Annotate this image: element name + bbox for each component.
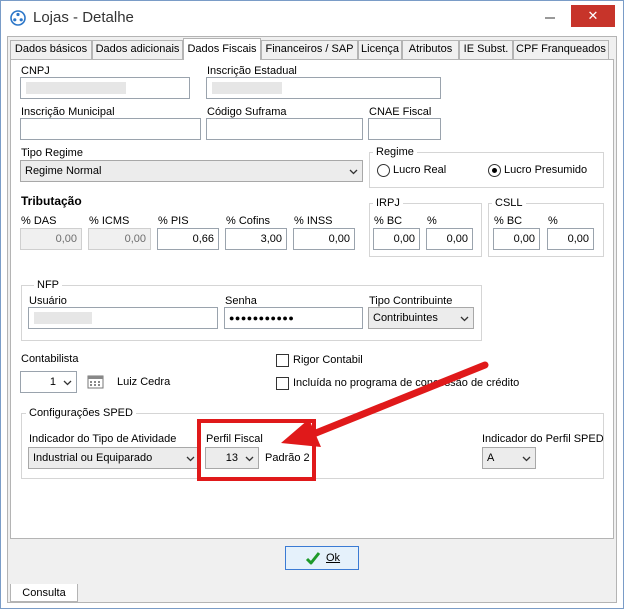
pis-label: % PIS — [158, 215, 189, 227]
tipo-regime-select[interactable]: Regime Normal — [20, 160, 363, 182]
status-tab-consulta[interactable]: Consulta — [10, 584, 78, 602]
nfp-title: NFP — [34, 279, 62, 291]
inss-label: % INSS — [294, 215, 333, 227]
lucro-real-label: Lucro Real — [393, 164, 447, 176]
chevron-down-icon — [186, 456, 195, 462]
lucro-real-radio[interactable] — [377, 164, 390, 177]
das-input[interactable]: 0,00 — [20, 228, 82, 250]
icms-label: % ICMS — [89, 215, 130, 227]
indicador-atividade-value: Industrial ou Equiparado — [33, 452, 153, 464]
cnpj-label: CNPJ — [21, 65, 50, 77]
icms-input[interactable]: 0,00 — [88, 228, 151, 250]
chevron-down-icon — [63, 380, 72, 386]
cofins-input[interactable]: 3,00 — [225, 228, 287, 250]
codigo-suframa-input[interactable] — [206, 118, 363, 140]
irpj-title: IRPJ — [373, 197, 403, 209]
lucro-presumido-label: Lucro Presumido — [504, 164, 588, 176]
tipo-contribuinte-label: Tipo Contribuinte — [369, 295, 453, 307]
tipo-contribuinte-value: Contribuintes — [373, 312, 438, 324]
regime-group-title: Regime — [373, 146, 417, 158]
indicador-perfil-label: Indicador do Perfil SPED — [482, 433, 604, 445]
irpj-pct-input[interactable]: 0,00 — [426, 228, 473, 250]
indicador-atividade-label: Indicador do Tipo de Atividade — [29, 433, 177, 445]
annotation-arrow-icon — [281, 361, 489, 447]
sped-title: Configurações SPED — [26, 407, 136, 419]
usuario-label: Usuário — [29, 295, 67, 307]
calendar-icon[interactable] — [87, 374, 104, 389]
redacted-value — [212, 82, 282, 94]
inscricao-estadual-input[interactable] — [206, 77, 441, 99]
pis-input[interactable]: 0,66 — [157, 228, 219, 250]
senha-label: Senha — [225, 295, 257, 307]
indicador-atividade-select[interactable]: Industrial ou Equiparado — [28, 447, 200, 469]
contabilista-label: Contabilista — [21, 353, 79, 365]
tab-financeiros-sap[interactable]: Financeiros / SAP — [261, 40, 358, 59]
tab-cpf-franqueados[interactable]: CPF Franqueados — [513, 40, 609, 59]
inss-input[interactable]: 0,00 — [293, 228, 355, 250]
tipo-regime-label: Tipo Regime — [21, 147, 83, 159]
check-icon — [305, 552, 321, 565]
senha-input[interactable]: ●●●●●●●●●●● — [224, 307, 363, 329]
tab-ie-subst[interactable]: IE Subst. — [459, 40, 513, 59]
contabilista-value: 1 — [49, 376, 56, 388]
window: Lojas - Detalhe ✕ Dados básicos Dados ad… — [0, 0, 624, 609]
redacted-value — [34, 312, 92, 324]
cnae-fiscal-label: CNAE Fiscal — [369, 106, 432, 118]
inscricao-estadual-label: Inscrição Estadual — [207, 65, 297, 77]
tributacao-title: Tributação — [21, 194, 82, 208]
csll-pct-input[interactable]: 0,00 — [547, 228, 594, 250]
chevron-down-icon — [349, 169, 358, 175]
tab-dados-basicos[interactable]: Dados básicos — [10, 40, 92, 59]
csll-bc-input[interactable]: 0,00 — [493, 228, 540, 250]
chevron-down-icon — [522, 456, 531, 462]
irpj-pct-label: % — [427, 215, 437, 227]
tipo-regime-value: Regime Normal — [25, 165, 102, 177]
irpj-bc-input[interactable]: 0,00 — [373, 228, 420, 250]
title-bar: Lojas - Detalhe ✕ — [1, 1, 623, 36]
irpj-bc-label: % BC — [374, 215, 403, 227]
ok-label: Ok — [326, 552, 341, 564]
redacted-value — [26, 82, 126, 94]
lucro-presumido-radio[interactable] — [488, 164, 501, 177]
cnpj-input[interactable] — [20, 77, 190, 99]
codigo-suframa-label: Código Suframa — [207, 106, 287, 118]
inscricao-municipal-input[interactable] — [20, 118, 201, 140]
chevron-down-icon — [460, 316, 469, 322]
tab-dados-adicionais[interactable]: Dados adicionais — [92, 40, 183, 59]
ok-button[interactable]: Ok — [285, 546, 359, 570]
tab-atributos[interactable]: Atributos — [402, 40, 459, 59]
minimize-button[interactable] — [537, 7, 563, 27]
close-button[interactable]: ✕ — [571, 5, 615, 27]
cnae-fiscal-input[interactable] — [368, 118, 441, 140]
inscricao-municipal-label: Inscrição Municipal — [21, 106, 115, 118]
das-label: % DAS — [21, 215, 57, 227]
cofins-label: % Cofins — [226, 215, 271, 227]
usuario-input[interactable] — [28, 307, 218, 329]
csll-pct-label: % — [548, 215, 558, 227]
app-icon — [10, 10, 26, 26]
contabilista-select[interactable]: 1 — [20, 371, 77, 393]
tab-dados-fiscais[interactable]: Dados Fiscais — [183, 38, 261, 60]
window-title: Lojas - Detalhe — [33, 9, 134, 26]
tab-licenca[interactable]: Licença — [358, 40, 402, 59]
csll-bc-label: % BC — [494, 215, 523, 227]
tipo-contribuinte-select[interactable]: Contribuintes — [368, 307, 474, 329]
csll-title: CSLL — [492, 197, 526, 209]
contabilista-name: Luiz Cedra — [117, 376, 171, 388]
